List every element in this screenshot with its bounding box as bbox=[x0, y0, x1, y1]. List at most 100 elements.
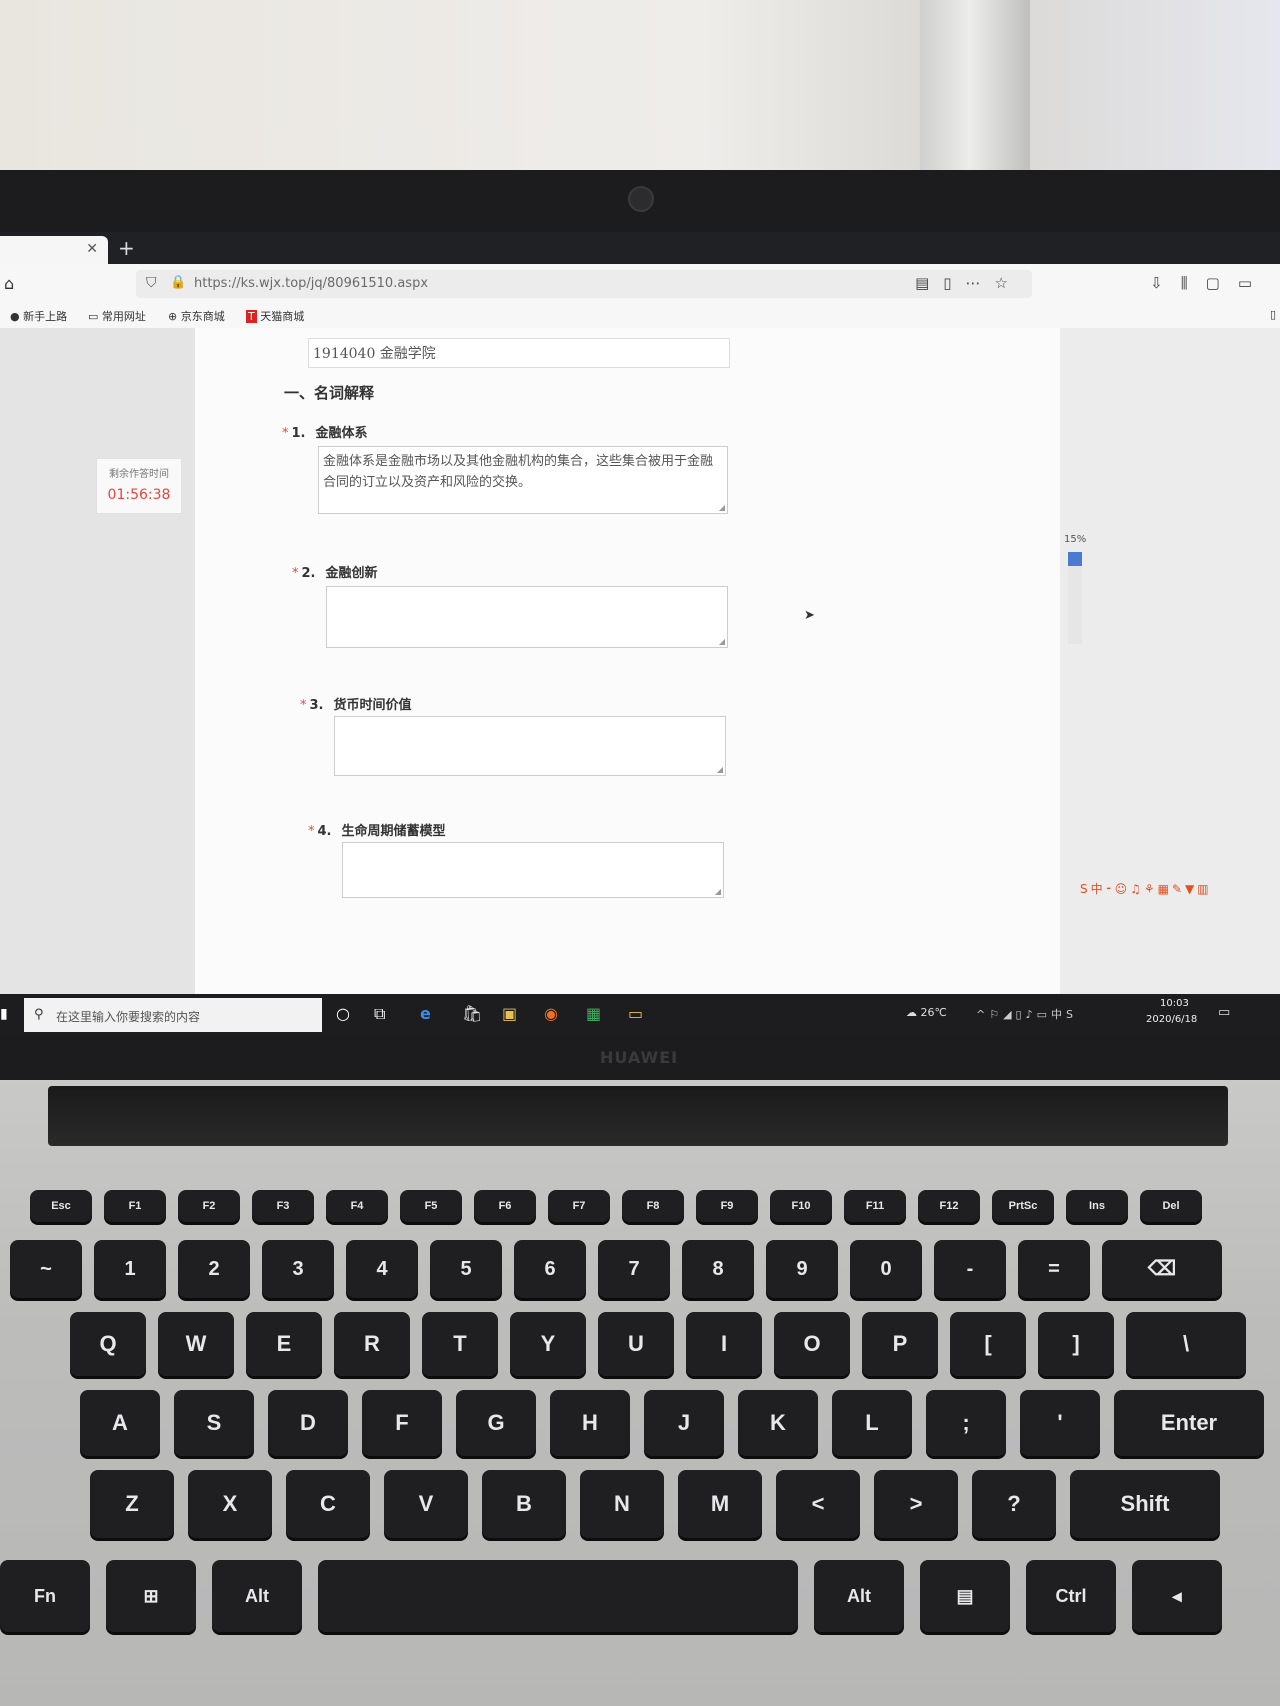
key-fn[interactable]: Fn bbox=[0, 1560, 90, 1632]
key-f4[interactable]: F4 bbox=[326, 1190, 388, 1222]
answer-textarea[interactable]: ◢ bbox=[334, 716, 726, 776]
key-f11[interactable]: F11 bbox=[844, 1190, 906, 1222]
key-symbol[interactable]: ; bbox=[926, 1390, 1006, 1456]
key-y[interactable]: Y bbox=[510, 1312, 586, 1376]
windows-start-icon[interactable]: ▮ bbox=[0, 1006, 8, 1022]
page-actions-icons[interactable]: ▤▯⋯☆ bbox=[915, 274, 1022, 292]
resize-handle-icon[interactable]: ◢ bbox=[719, 637, 725, 646]
answer-textarea[interactable]: ◢ bbox=[342, 842, 724, 898]
browser-tab[interactable]: ✕ bbox=[0, 236, 108, 264]
key-f9[interactable]: F9 bbox=[696, 1190, 758, 1222]
key-symbol[interactable]: > bbox=[874, 1470, 958, 1538]
key-space[interactable] bbox=[318, 1560, 798, 1632]
key-d[interactable]: D bbox=[268, 1390, 348, 1456]
key-f10[interactable]: F10 bbox=[770, 1190, 832, 1222]
key-del[interactable]: Del bbox=[1140, 1190, 1202, 1222]
resize-handle-icon[interactable]: ◢ bbox=[717, 765, 723, 774]
notification-icon[interactable]: ▭ bbox=[1218, 1005, 1230, 1020]
key-h[interactable]: H bbox=[550, 1390, 630, 1456]
toolbar-icons[interactable]: ⇩⫼▢▭ bbox=[1150, 274, 1270, 292]
clock-date[interactable]: 2020/6/18 bbox=[1146, 1014, 1197, 1025]
key-r[interactable]: R bbox=[334, 1312, 410, 1376]
address-bar[interactable]: ⛉ 🔒 https://ks.wjx.top/jq/80961510.aspx … bbox=[136, 270, 1032, 298]
key-j[interactable]: J bbox=[644, 1390, 724, 1456]
key-ctrl[interactable]: Ctrl bbox=[1026, 1560, 1116, 1632]
taskbar-search[interactable]: ⚲ 在这里输入你要搜索的内容 bbox=[24, 998, 322, 1032]
key-4[interactable]: 4 bbox=[346, 1240, 418, 1298]
key-enter[interactable]: Enter bbox=[1114, 1390, 1264, 1456]
key-f3[interactable]: F3 bbox=[252, 1190, 314, 1222]
key-f12[interactable]: F12 bbox=[918, 1190, 980, 1222]
explorer-app-icon[interactable]: ▣ bbox=[502, 1004, 517, 1023]
key-symbol[interactable]: \ bbox=[1126, 1312, 1246, 1376]
key-u[interactable]: U bbox=[598, 1312, 674, 1376]
key-p[interactable]: P bbox=[862, 1312, 938, 1376]
key-symbol[interactable]: [ bbox=[950, 1312, 1026, 1376]
key-prtsc[interactable]: PrtSc bbox=[992, 1190, 1054, 1222]
key-3[interactable]: 3 bbox=[262, 1240, 334, 1298]
system-tray-icons[interactable]: ^⚐◢▯♪▭中S bbox=[976, 1006, 1077, 1022]
key-ins[interactable]: Ins bbox=[1066, 1190, 1128, 1222]
key-x[interactable]: X bbox=[188, 1470, 272, 1538]
weather[interactable]: ☁ 26℃ bbox=[906, 1006, 947, 1019]
key-i[interactable]: I bbox=[686, 1312, 762, 1376]
bookmark-item[interactable]: T 天猫商城 bbox=[246, 308, 304, 324]
key-symbol[interactable]: ? bbox=[972, 1470, 1056, 1538]
firefox-icon[interactable]: ◉ bbox=[544, 1004, 558, 1023]
excel-icon[interactable]: ▦ bbox=[586, 1004, 601, 1023]
key-symbol[interactable]: ~ bbox=[10, 1240, 82, 1298]
key-symbol[interactable]: ▤ bbox=[920, 1560, 1010, 1632]
url-text[interactable]: https://ks.wjx.top/jq/80961510.aspx bbox=[194, 276, 428, 291]
key-symbol[interactable]: < bbox=[776, 1470, 860, 1538]
key-symbol[interactable]: = bbox=[1018, 1240, 1090, 1298]
key-b[interactable]: B bbox=[482, 1470, 566, 1538]
key-8[interactable]: 8 bbox=[682, 1240, 754, 1298]
key-symbol[interactable]: ' bbox=[1020, 1390, 1100, 1456]
key-f7[interactable]: F7 bbox=[548, 1190, 610, 1222]
key-o[interactable]: O bbox=[774, 1312, 850, 1376]
key-9[interactable]: 9 bbox=[766, 1240, 838, 1298]
key-symbol[interactable]: ⌫ bbox=[1102, 1240, 1222, 1298]
key-f6[interactable]: F6 bbox=[474, 1190, 536, 1222]
key-k[interactable]: K bbox=[738, 1390, 818, 1456]
bookmark-item[interactable]: ⊕ 京东商城 bbox=[168, 308, 225, 324]
bookmark-item[interactable]: ▭ 常用网址 bbox=[88, 308, 146, 324]
key-f[interactable]: F bbox=[362, 1390, 442, 1456]
input-method-toolbar[interactable]: S中⁃☺♫⚘▦✎▼▥ bbox=[1080, 880, 1212, 897]
key-alt[interactable]: Alt bbox=[212, 1560, 302, 1632]
key-alt[interactable]: Alt bbox=[814, 1560, 904, 1632]
key-symbol[interactable]: ⊞ bbox=[106, 1560, 196, 1632]
key-f8[interactable]: F8 bbox=[622, 1190, 684, 1222]
answer-textarea[interactable]: 金融体系是金融市场以及其他金融机构的集合，这些集合被用于金融合同的订立以及资产和… bbox=[318, 446, 728, 514]
store-icon[interactable]: 🛍 bbox=[462, 1004, 482, 1023]
cortana-icon[interactable]: ○ bbox=[336, 1004, 350, 1023]
answer-textarea[interactable]: ◢ bbox=[326, 586, 728, 648]
resize-handle-icon[interactable]: ◢ bbox=[719, 503, 725, 512]
key-symbol[interactable]: - bbox=[934, 1240, 1006, 1298]
key-n[interactable]: N bbox=[580, 1470, 664, 1538]
resize-handle-icon[interactable]: ◢ bbox=[715, 887, 721, 896]
key-f1[interactable]: F1 bbox=[104, 1190, 166, 1222]
key-symbol[interactable]: ◂ bbox=[1132, 1560, 1222, 1632]
edge-browser-icon[interactable]: e bbox=[420, 1004, 431, 1023]
key-m[interactable]: M bbox=[678, 1470, 762, 1538]
key-5[interactable]: 5 bbox=[430, 1240, 502, 1298]
bookmark-item[interactable]: ● 新手上路 bbox=[10, 308, 67, 324]
close-icon[interactable]: ✕ bbox=[86, 241, 98, 257]
key-7[interactable]: 7 bbox=[598, 1240, 670, 1298]
key-6[interactable]: 6 bbox=[514, 1240, 586, 1298]
clock-time[interactable]: 10:03 bbox=[1160, 998, 1189, 1009]
key-symbol[interactable]: ] bbox=[1038, 1312, 1114, 1376]
home-icon[interactable]: ⌂ bbox=[4, 274, 14, 293]
key-t[interactable]: T bbox=[422, 1312, 498, 1376]
key-f2[interactable]: F2 bbox=[178, 1190, 240, 1222]
mobile-bookmarks-icon[interactable]: ▯ bbox=[1270, 308, 1276, 321]
lock-icon[interactable]: 🔒 bbox=[170, 275, 186, 290]
key-1[interactable]: 1 bbox=[94, 1240, 166, 1298]
task-view-icon[interactable]: ⧉ bbox=[374, 1004, 385, 1024]
key-2[interactable]: 2 bbox=[178, 1240, 250, 1298]
file-explorer-icon[interactable]: ▭ bbox=[628, 1004, 643, 1023]
key-z[interactable]: Z bbox=[90, 1470, 174, 1538]
school-field[interactable]: 1914040 金融学院 bbox=[308, 338, 730, 368]
key-f5[interactable]: F5 bbox=[400, 1190, 462, 1222]
